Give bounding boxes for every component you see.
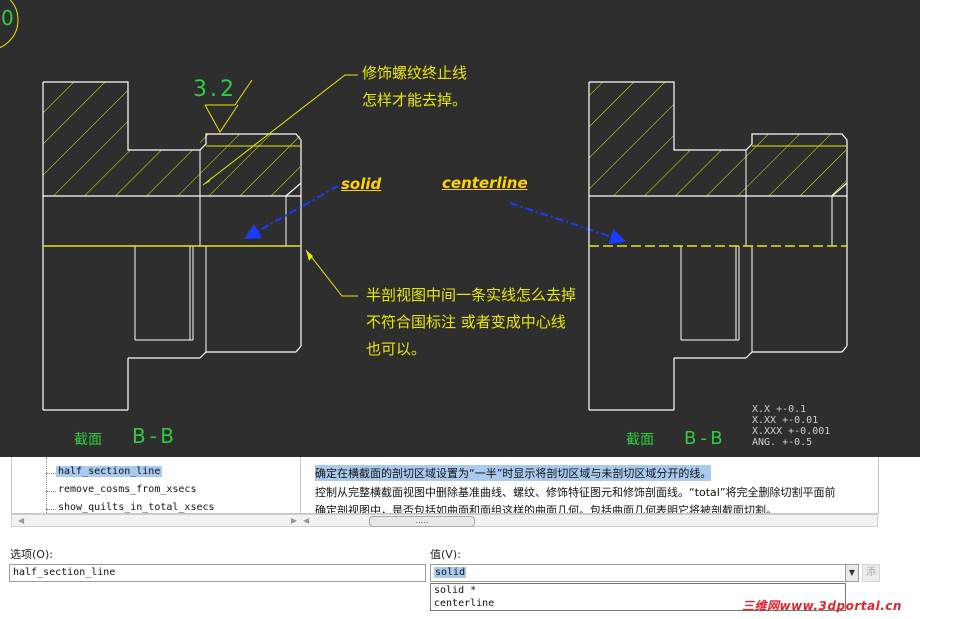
tree-item-show-quilts[interactable]: show_quilts_in_total_xsecs [56, 502, 217, 513]
tree-item-remove-cosms[interactable]: remove_cosms_from_xsecs [56, 484, 198, 495]
surface-finish-value: 3.2 [193, 77, 237, 102]
note-top-line-2: 怎样才能去掉。 [362, 91, 468, 109]
dropdown-option-solid[interactable]: solid * [434, 585, 476, 596]
section-name-right: B-B [684, 428, 727, 449]
description-line: 控制从完整横截面视图中删除基准曲线、螺纹、修饰特征图元和修饰剖面线。“total… [315, 486, 836, 499]
value-label: 值(V): [430, 548, 461, 561]
options-tree[interactable]: half_section_line remove_cosms_from_xsec… [11, 457, 301, 514]
corner-mark: 0 [1, 6, 14, 30]
config-options-panel: half_section_line remove_cosms_from_xsec… [0, 457, 920, 619]
note-bottom-line-2: 不符合国标注 或者变成中心线 [366, 313, 566, 331]
tolerance-row: X.XX +-0.01 [752, 415, 819, 426]
tolerance-row: X.X +-0.1 [752, 404, 807, 415]
tolerance-row: ANG. +-0.5 [752, 437, 813, 448]
note-bottom-line-3: 也可以。 [366, 340, 427, 358]
note-bottom-line-1: 半剖视图中间一条实线怎么去掉 [366, 286, 577, 304]
dropdown-option-centerline[interactable]: centerline [434, 598, 494, 609]
note-top: 修饰螺纹终止线 怎样才能去掉。 [362, 60, 467, 114]
arrow-label-solid: solid [341, 175, 382, 193]
horizontal-scrollbar[interactable]: ◀ ▶ ◀ ..... [11, 514, 878, 527]
tolerance-table: X.X +-0.1 X.XX +-0.01 X.XXX +-0.001 ANG.… [752, 404, 830, 448]
section-label-right: 截面 [626, 432, 654, 448]
value-selected-text: solid [434, 567, 467, 578]
scrollbar-thumb[interactable]: ..... [369, 516, 475, 527]
dropdown-arrow-icon[interactable]: ▼ [845, 564, 859, 582]
option-description-list: 确定在横截面的剖切区域设置为“一半”时显示将剖切区域与未剖切区域分开的线。 控制… [300, 457, 879, 514]
tree-item-half-section-line[interactable]: half_section_line [56, 466, 163, 477]
option-name-field[interactable]: half_section_line [9, 564, 426, 582]
option-label: 选项(O): [10, 548, 53, 561]
note-bottom: 半剖视图中间一条实线怎么去掉 不符合国标注 或者变成中心线 也可以。 [366, 282, 576, 363]
section-name-left: B-B [132, 424, 178, 448]
cad-drawing-area[interactable]: 0 3.2 修饰螺纹终止线 怎样才能去掉。 半剖视图中间一条实线怎么去掉 不符合… [0, 0, 920, 457]
section-label-left: 截面 [74, 432, 102, 448]
description-line: 确定剖视图中，是否包括如曲面和面组这样的曲面几何。包括曲面几何表明它将被剖截面切… [315, 504, 777, 514]
scroll-right-arrow-icon[interactable]: ▶ [291, 515, 297, 526]
right-part-section [588, 81, 848, 411]
description-line: 确定在横截面的剖切区域设置为“一半”时显示将剖切区域与未剖切区域分开的线。 [315, 465, 712, 481]
site-watermark: 三维网www.3dportal.cn [742, 599, 902, 613]
scroll-left-arrow-icon[interactable]: ◀ [303, 515, 309, 526]
note-top-line-1: 修饰螺纹终止线 [362, 64, 468, 82]
add-change-button[interactable]: 添 [862, 564, 880, 582]
left-part-section [42, 81, 302, 411]
value-combobox[interactable]: solid [430, 564, 846, 582]
tolerance-row: X.XXX +-0.001 [752, 426, 831, 437]
arrow-label-centerline: centerline [442, 174, 528, 192]
scroll-left-arrow-icon[interactable]: ◀ [18, 515, 24, 526]
